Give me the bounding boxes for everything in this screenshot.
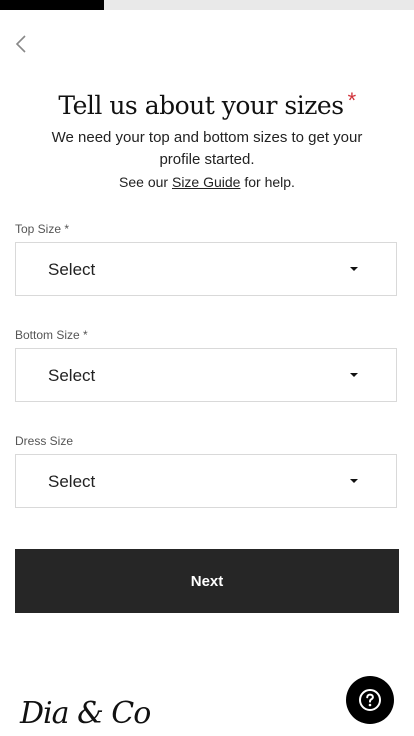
bottom-size-select[interactable]: Select bbox=[15, 348, 397, 402]
back-button[interactable] bbox=[10, 32, 34, 56]
help-line: See our Size Guide for help. bbox=[30, 171, 384, 193]
caret-down-icon bbox=[350, 267, 358, 271]
help-suffix: for help. bbox=[240, 174, 295, 190]
bottom-size-label: Bottom Size * bbox=[15, 328, 88, 342]
required-marker: * bbox=[347, 88, 357, 113]
question-circle-icon bbox=[359, 689, 381, 711]
dress-size-select[interactable]: Select bbox=[15, 454, 397, 508]
intro-line: We need your top and bottom sizes to get… bbox=[51, 129, 363, 168]
top-size-value: Select bbox=[48, 260, 96, 279]
progress-bar bbox=[0, 0, 414, 10]
top-size-label: Top Size * bbox=[15, 222, 70, 236]
intro-text: We need your top and bottom sizes to get… bbox=[30, 127, 384, 193]
page-title: Tell us about your sizes * bbox=[0, 88, 414, 120]
chevron-left-icon bbox=[15, 35, 26, 53]
caret-down-icon bbox=[350, 479, 358, 483]
next-button[interactable]: Next bbox=[15, 549, 399, 613]
help-button[interactable] bbox=[346, 676, 394, 724]
bottom-size-value: Select bbox=[48, 366, 96, 385]
top-size-select[interactable]: Select bbox=[15, 242, 397, 296]
size-guide-link[interactable]: Size Guide bbox=[172, 174, 240, 190]
help-prefix: See our bbox=[119, 174, 172, 190]
brand-logo: Dia & Co bbox=[20, 696, 151, 731]
page-title-text: Tell us about your sizes bbox=[58, 91, 344, 120]
dress-size-label: Dress Size bbox=[15, 434, 74, 448]
caret-down-icon bbox=[350, 373, 358, 377]
progress-bar-fill bbox=[0, 0, 104, 10]
dress-size-value: Select bbox=[48, 472, 96, 491]
